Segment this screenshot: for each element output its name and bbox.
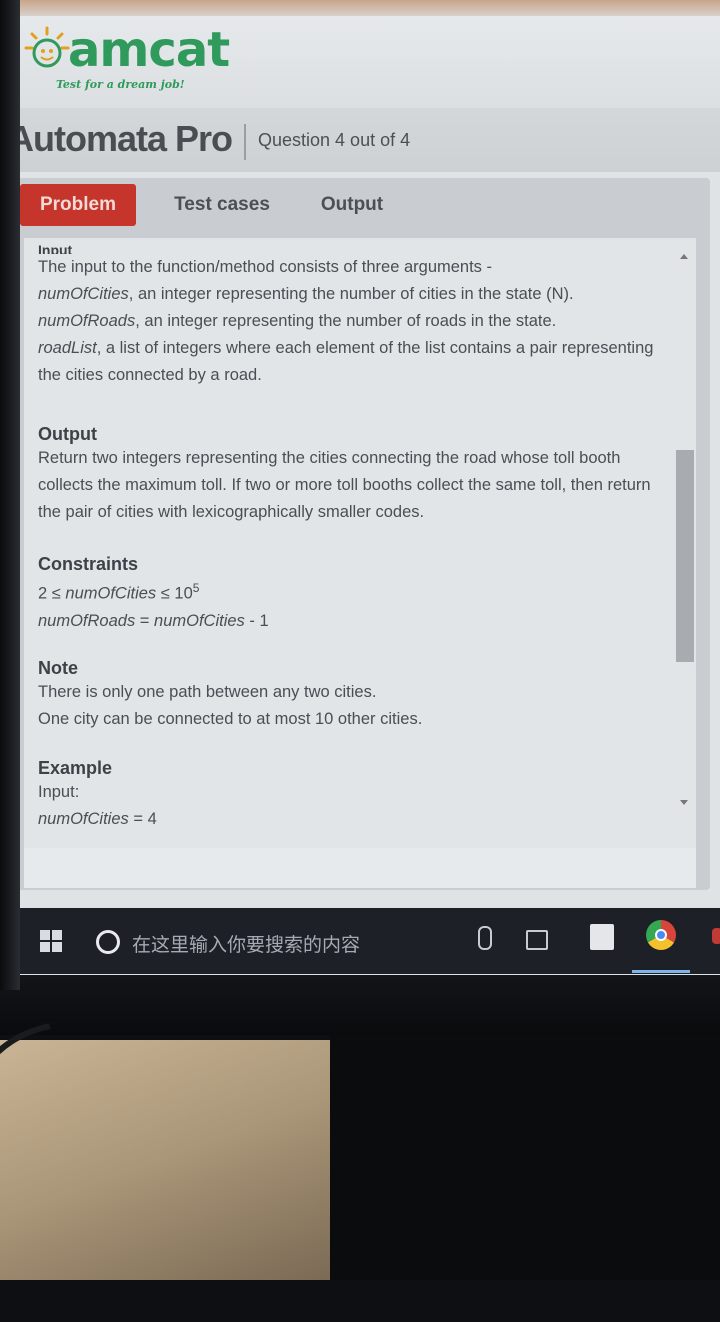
arg-2-name: numOfRoads	[38, 312, 136, 330]
tab-test-cases[interactable]: Test cases	[160, 184, 284, 226]
store-icon[interactable]	[590, 924, 614, 950]
windows-start-icon[interactable]	[40, 930, 64, 954]
scroll-down-icon[interactable]	[680, 800, 688, 805]
active-app-indicator	[632, 970, 690, 973]
brand-logo-text: amcat	[68, 22, 230, 78]
constraint-2-var-1: numOfRoads	[38, 611, 136, 630]
constraint-1-suffix: ≤ 10	[156, 584, 193, 603]
output-line-2: collects the maximum toll. If two or mor…	[38, 476, 651, 494]
content-footer	[24, 848, 696, 888]
constraint-2-suffix: - 1	[244, 611, 269, 630]
input-section: Input The input to the function/method c…	[38, 242, 678, 389]
constraint-2-var-2: numOfCities	[154, 611, 245, 630]
edge-icon[interactable]	[712, 928, 720, 944]
output-line-1: Return two integers representing the cit…	[38, 449, 621, 467]
problem-panel: Problem Test cases Output Input The inpu…	[10, 178, 710, 890]
arg-3-desc: , a list of integers where each element …	[96, 339, 654, 357]
example-input-value: numOfCities = 4	[38, 806, 678, 833]
sun-logo-icon	[24, 26, 70, 68]
input-intro: The input to the function/method consist…	[38, 258, 492, 276]
constraint-1-var: numOfCities	[65, 584, 157, 603]
constraint-1-prefix: 2 ≤	[38, 584, 66, 603]
chrome-icon[interactable]	[646, 920, 676, 950]
cortana-icon[interactable]	[96, 930, 120, 954]
example-input-label: Input:	[38, 783, 80, 801]
content-scrollbar[interactable]	[676, 248, 694, 808]
note-line-1: There is only one path between any two c…	[38, 683, 377, 701]
arg-1: numOfCities, an integer representing the…	[38, 281, 678, 308]
constraint-2-equals: =	[135, 611, 155, 630]
arg-1-name: numOfCities	[38, 285, 129, 303]
example-section: Example Input: numOfCities = 4	[38, 758, 678, 833]
logo-bar: amcat Test for a dream job!	[20, 16, 720, 109]
note-line-2: One city can be connected to at most 10 …	[38, 710, 423, 728]
page-title: Automata Pro	[8, 118, 233, 159]
question-counter: Question 4 out of 4	[258, 130, 411, 150]
example-var: numOfCities	[38, 810, 129, 828]
desk-shadow	[330, 1035, 720, 1280]
scroll-up-icon[interactable]	[680, 254, 688, 259]
top-strip	[0, 0, 720, 16]
note-heading: Note	[38, 658, 78, 678]
arg-2-desc: , an integer representing the number of …	[135, 312, 557, 330]
output-line-3: the pair of cities with lexicographicall…	[38, 503, 425, 521]
constraint-2: numOfRoads = numOfCities - 1	[38, 608, 678, 635]
constraints-section: Constraints 2 ≤ numOfCities ≤ 105 numOfR…	[38, 554, 678, 635]
constraint-1-exponent: 5	[192, 581, 200, 595]
note-section: Note There is only one path between any …	[38, 658, 678, 733]
microphone-icon[interactable]	[478, 926, 492, 950]
tab-problem[interactable]: Problem	[20, 184, 136, 226]
monitor-bezel	[0, 0, 20, 990]
arg-1-desc: , an integer representing the number of …	[128, 285, 574, 303]
title-bar: Automata Pro Question 4 out of 4	[0, 108, 720, 172]
output-section: Output Return two integers representing …	[38, 424, 678, 526]
taskbar-search-input[interactable]: 在这里输入你要搜索的内容	[132, 930, 360, 957]
problem-content[interactable]: Input The input to the function/method c…	[24, 238, 696, 888]
example-value: = 4	[128, 810, 157, 828]
input-heading: Input	[38, 242, 73, 254]
brand-tagline: Test for a dream job!	[56, 78, 185, 91]
scrollbar-thumb[interactable]	[676, 450, 694, 662]
arg-2: numOfRoads, an integer representing the …	[38, 308, 678, 335]
constraints-heading: Constraints	[38, 554, 139, 574]
tab-bar: Problem Test cases Output	[20, 184, 700, 228]
example-heading: Example	[38, 758, 113, 778]
constraint-1: 2 ≤ numOfCities ≤ 105	[38, 575, 678, 608]
monitor-screen: amcat Test for a dream job! Automata Pro…	[0, 0, 720, 990]
task-view-icon[interactable]	[526, 930, 548, 950]
title-divider	[244, 124, 246, 160]
arg-3-name: roadList	[38, 339, 97, 357]
tab-output[interactable]: Output	[300, 184, 404, 226]
arg-3: roadList, a list of integers where each …	[38, 335, 678, 362]
arg-3-continued: the cities connected by a road.	[38, 366, 262, 384]
windows-taskbar: 在这里输入你要搜索的内容	[20, 908, 720, 974]
output-heading: Output	[38, 424, 97, 444]
